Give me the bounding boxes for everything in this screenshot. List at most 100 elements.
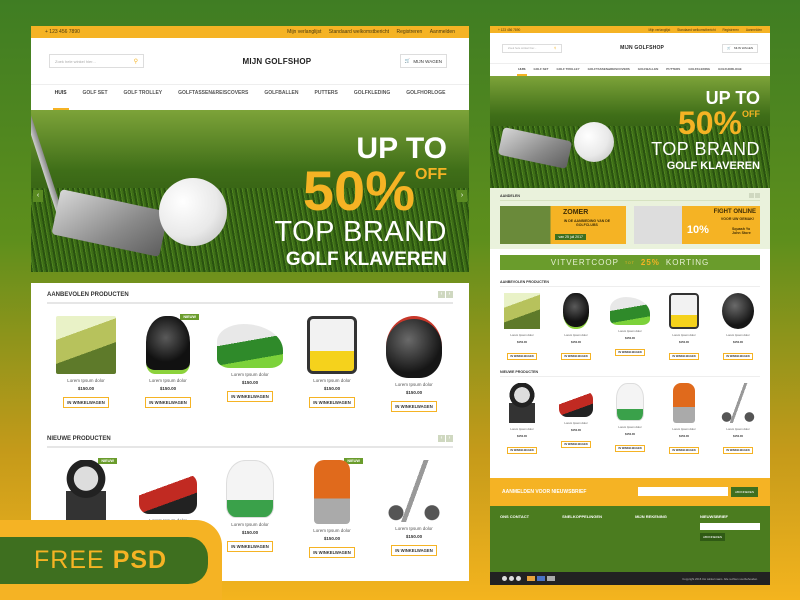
- add-to-cart-button[interactable]: IN WINKELWAGEN: [227, 391, 273, 402]
- facebook-icon[interactable]: [502, 576, 507, 581]
- add-to-cart-button[interactable]: IN WINKELWAGEN: [669, 447, 699, 454]
- search-input[interactable]: Zoek hele winkel hier... ⚲: [49, 54, 144, 68]
- search-icon[interactable]: ⚲: [554, 46, 556, 50]
- hero-banner-small[interactable]: UP TO 50%OFF TOP BRAND GOLF KLAVEREN: [490, 76, 770, 188]
- product-image-driver-head[interactable]: [722, 293, 754, 329]
- nav-golf-clothing[interactable]: GOLFKLEDING: [352, 85, 392, 110]
- nav-golf-watch[interactable]: GOLFHORLOGE: [404, 85, 447, 110]
- cart-button[interactable]: 🛒 MIJN WAGEN: [399, 54, 447, 68]
- product-image-golf-bag[interactable]: [314, 460, 350, 524]
- next-icon[interactable]: [755, 193, 760, 198]
- add-to-cart-button[interactable]: IN WINKELWAGEN: [309, 547, 355, 558]
- nav-golf-bags[interactable]: GOLFTASSEN&REISCOVERS: [587, 64, 631, 76]
- hero-prev-arrow[interactable]: ‹: [33, 190, 43, 202]
- product-image-glove[interactable]: [226, 460, 274, 518]
- add-to-cart-button[interactable]: IN WINKELWAGEN: [615, 349, 645, 356]
- nav-golf-balls[interactable]: GOLFBALLEN: [262, 85, 300, 110]
- link-register[interactable]: Registreren: [722, 28, 738, 32]
- add-to-cart-button[interactable]: IN WINKELWAGEN: [723, 353, 753, 360]
- add-to-cart-button[interactable]: IN WINKELWAGEN: [561, 441, 591, 448]
- product-name[interactable]: Lorem Ipsum dolor: [662, 427, 706, 431]
- add-to-cart-button[interactable]: IN WINKELWAGEN: [63, 397, 109, 408]
- product-name[interactable]: Lorem Ipsum dolor: [608, 425, 652, 429]
- subscribe-button[interactable]: ABONNEREN: [730, 487, 758, 497]
- product-name[interactable]: Lorem Ipsum dolor: [716, 427, 760, 431]
- add-to-cart-button[interactable]: IN WINKELWAGEN: [391, 401, 437, 412]
- newsletter-email-input[interactable]: [637, 487, 728, 496]
- product-image-trolley[interactable]: [719, 383, 757, 423]
- add-to-cart-button[interactable]: IN WINKELWAGEN: [309, 397, 355, 408]
- product-image-trolley[interactable]: [384, 460, 444, 522]
- nav-home[interactable]: HUIS: [52, 85, 69, 110]
- product-image-golf-bag[interactable]: [673, 383, 695, 423]
- logo[interactable]: MIJN GOLFSHOP: [620, 45, 664, 51]
- prev-icon[interactable]: [749, 193, 754, 198]
- nav-golf-set[interactable]: GOLF SET: [81, 85, 110, 110]
- link-wishlist[interactable]: Mijn verlanglijst: [648, 28, 670, 32]
- next-icon[interactable]: ›: [446, 435, 453, 442]
- hero-banner[interactable]: UP TO 50%OFF TOP BRAND GOLF KLAVEREN ‹ ›: [31, 110, 469, 272]
- product-image-golf-shoe[interactable]: [610, 297, 650, 325]
- product-image-rangefinder[interactable]: [669, 293, 699, 329]
- link-login[interactable]: Aanmelden: [430, 29, 455, 35]
- nav-putters[interactable]: PUTTERS: [665, 64, 681, 76]
- add-to-cart-button[interactable]: IN WINKELWAGEN: [561, 353, 591, 360]
- product-name[interactable]: Lorem Ipsum dolor: [662, 333, 706, 337]
- cart-button[interactable]: 🛒 MIJN WAGEN: [722, 43, 758, 53]
- product-name[interactable]: Lorem Ipsum dolor: [500, 333, 544, 337]
- product-image-golf-balls[interactable]: [504, 293, 540, 329]
- nav-golf-watch[interactable]: GOLFHORLOGE: [717, 64, 743, 76]
- add-to-cart-button[interactable]: IN WINKELWAGEN: [391, 545, 437, 556]
- product-image-driver[interactable]: [563, 293, 589, 329]
- prev-icon[interactable]: ‹: [438, 435, 445, 442]
- nav-golf-balls[interactable]: GOLFBALLEN: [637, 64, 660, 76]
- link-wishlist[interactable]: Mijn verlanglijst: [287, 29, 321, 35]
- prev-icon[interactable]: ‹: [438, 291, 445, 298]
- add-to-cart-button[interactable]: IN WINKELWAGEN: [507, 353, 537, 360]
- product-name[interactable]: Lorem Ipsum dolor: [608, 329, 652, 333]
- twitter-icon[interactable]: [509, 576, 514, 581]
- search-icon[interactable]: ⚲: [134, 58, 138, 65]
- add-to-cart-button[interactable]: IN WINKELWAGEN: [615, 445, 645, 452]
- product-image-driver[interactable]: [146, 316, 190, 374]
- product-image-brush[interactable]: [509, 383, 535, 423]
- product-name[interactable]: Lorem Ipsum dolor: [500, 427, 544, 431]
- footer-email-input[interactable]: [700, 523, 760, 530]
- add-to-cart-button[interactable]: IN WINKELWAGEN: [507, 447, 537, 454]
- product-name[interactable]: Lorem Ipsum dolor: [215, 372, 285, 377]
- hero-next-arrow[interactable]: ›: [457, 190, 467, 202]
- product-image-rangefinder[interactable]: [307, 316, 357, 374]
- next-icon[interactable]: ›: [446, 291, 453, 298]
- product-name[interactable]: Lorem Ipsum dolor: [379, 526, 449, 531]
- fight-banner[interactable]: FIGHT ONLINE VOOR UW GEMAK! 10% Squash Y…: [634, 206, 760, 244]
- add-to-cart-button[interactable]: IN WINKELWAGEN: [669, 353, 699, 360]
- google-icon[interactable]: [516, 576, 521, 581]
- nav-golf-trolley[interactable]: GOLF TROLLEY: [122, 85, 165, 110]
- search-input[interactable]: Zoek hele winkel hier... ⚲: [502, 43, 562, 53]
- product-image-golf-balls[interactable]: [56, 316, 116, 374]
- product-name[interactable]: Lorem Ipsum dolor: [554, 333, 598, 337]
- nav-golf-bags[interactable]: GOLFTASSEN&REISCOVERS: [176, 85, 250, 110]
- product-name[interactable]: Lorem Ipsum dolor: [297, 378, 367, 383]
- nav-golf-set[interactable]: GOLF SET: [533, 64, 550, 76]
- product-image-brush[interactable]: [66, 460, 106, 522]
- add-to-cart-button[interactable]: IN WINKELWAGEN: [145, 397, 191, 408]
- product-image-driver-head[interactable]: [386, 316, 442, 378]
- link-login[interactable]: Aanmelden: [746, 28, 762, 32]
- product-name[interactable]: Lorem Ipsum dolor: [51, 378, 121, 383]
- summer-banner[interactable]: ZOMER IN DE AANBIEDING VAN DE GOLFCLUBS …: [500, 206, 626, 244]
- product-name[interactable]: Lorem Ipsum dolor: [215, 522, 285, 527]
- product-name[interactable]: Lorem Ipsum dolor: [297, 528, 367, 533]
- add-to-cart-button[interactable]: IN WINKELWAGEN: [227, 541, 273, 552]
- nav-golf-clothing[interactable]: GOLFKLEDING: [687, 64, 711, 76]
- footer-subscribe-button[interactable]: ABONNEREN: [700, 533, 726, 541]
- product-name[interactable]: Lorem Ipsum dolor: [716, 333, 760, 337]
- product-name[interactable]: Lorem Ipsum dolor: [133, 378, 203, 383]
- wide-banner[interactable]: VITVERTCOOP TOT 25% KORTING: [500, 255, 760, 270]
- link-register[interactable]: Registreren: [396, 29, 422, 35]
- nav-home[interactable]: HUIS: [517, 64, 527, 76]
- product-image-tool[interactable]: [139, 474, 197, 514]
- nav-golf-trolley[interactable]: GOLF TROLLEY: [556, 64, 581, 76]
- add-to-cart-button[interactable]: IN WINKELWAGEN: [723, 447, 753, 454]
- product-name[interactable]: Lorem Ipsum dolor: [379, 382, 449, 387]
